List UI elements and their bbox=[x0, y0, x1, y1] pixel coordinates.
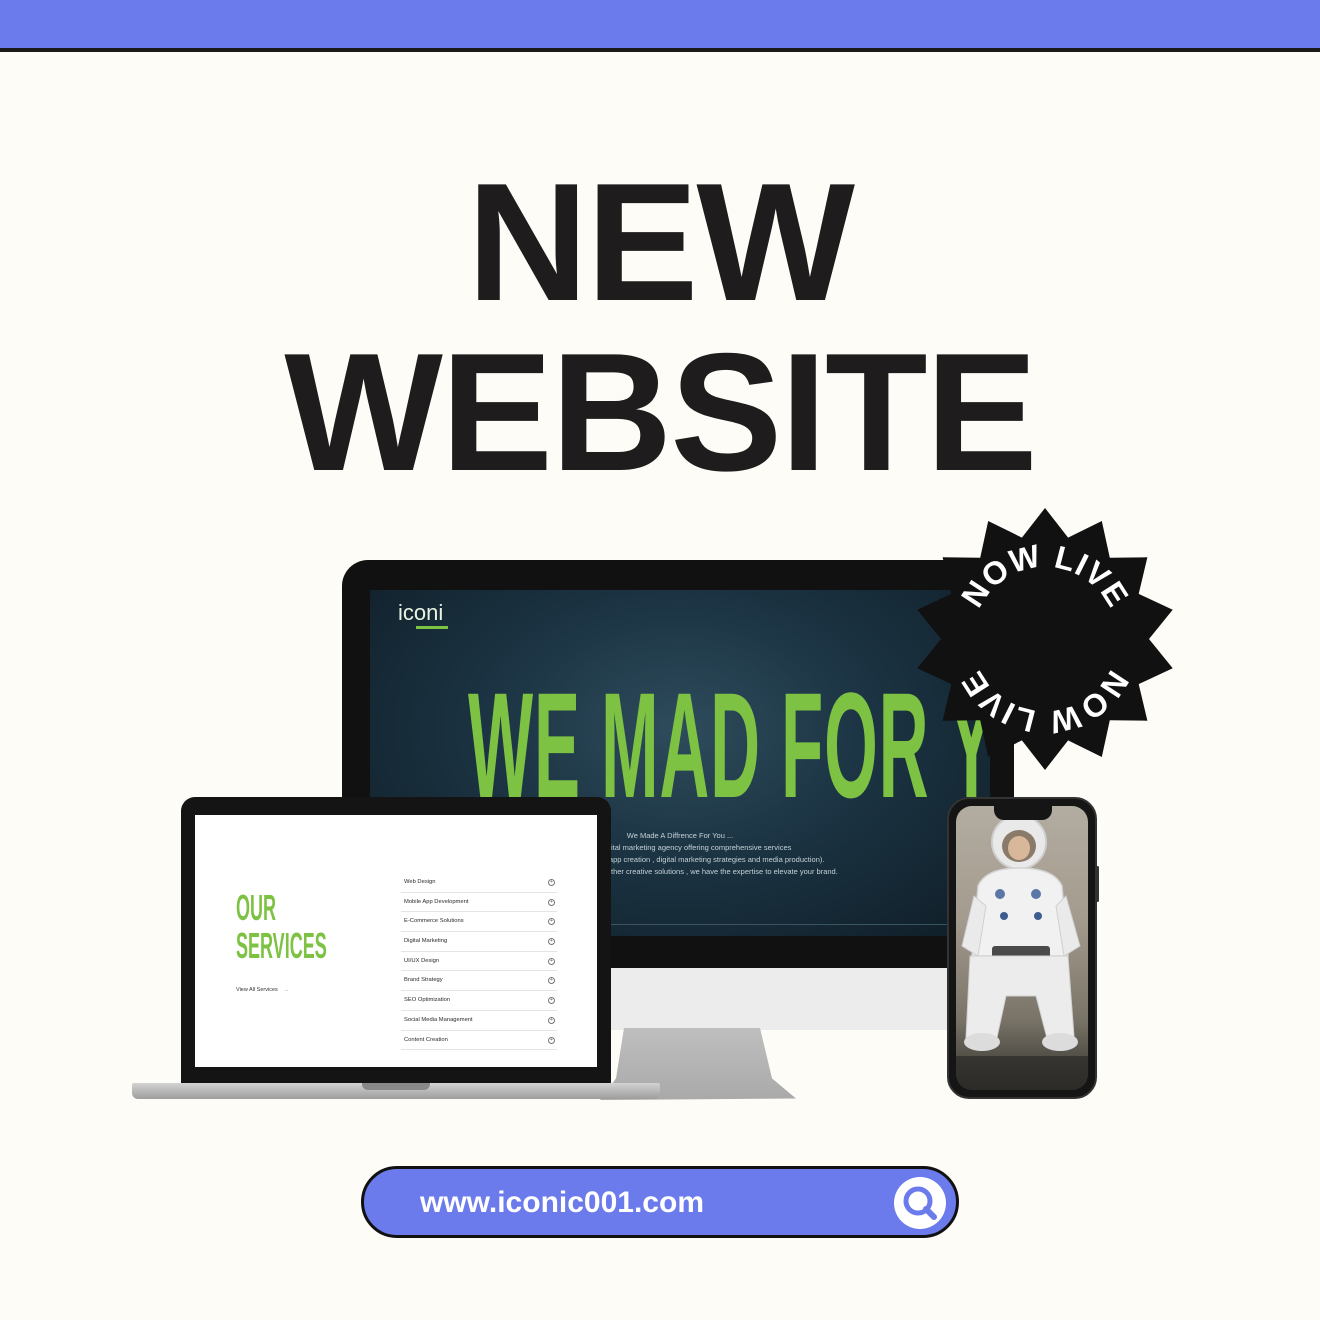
site-logo-text: iconi bbox=[398, 600, 444, 625]
service-item[interactable]: SEO Optimization + bbox=[401, 991, 557, 1011]
search-button[interactable] bbox=[894, 1177, 946, 1229]
site-logo-underline bbox=[416, 626, 448, 629]
service-item[interactable]: Web Design + bbox=[401, 873, 557, 893]
service-label: Mobile App Development bbox=[404, 898, 469, 905]
service-label: E-Commerce Solutions bbox=[404, 918, 464, 925]
plus-icon: + bbox=[548, 997, 555, 1005]
site-logo: iconi bbox=[398, 600, 448, 629]
plus-icon: + bbox=[548, 918, 555, 926]
arrow-right-icon: → bbox=[283, 987, 290, 993]
service-label: SEO Optimization bbox=[404, 997, 451, 1004]
top-accent-band bbox=[0, 0, 1320, 52]
service-label: Digital Marketing bbox=[404, 938, 448, 945]
service-item[interactable]: UI/UX Design + bbox=[401, 952, 557, 972]
laptop-screen: OUR SERVICES View All Services → Web Desi… bbox=[195, 815, 597, 1067]
search-icon bbox=[903, 1186, 937, 1220]
laptop-notch bbox=[362, 1083, 430, 1090]
plus-icon: + bbox=[548, 977, 555, 985]
laptop-mockup: OUR SERVICES View All Services → Web Desi… bbox=[181, 797, 611, 1087]
service-item[interactable]: Digital Marketing + bbox=[401, 932, 557, 952]
plus-icon: + bbox=[548, 879, 555, 886]
services-title-line-2: SERVICES bbox=[236, 925, 327, 966]
services-list: Web Design + Mobile App Development + E-Co… bbox=[401, 873, 557, 1051]
plus-icon: + bbox=[548, 1016, 555, 1024]
now-live-badge: NOW LIVE NOW LIVE bbox=[917, 508, 1173, 770]
service-label: Web Design bbox=[404, 879, 436, 885]
headline-line-2: WEBSITE bbox=[284, 318, 1037, 506]
astronaut-with-laptop-illustration bbox=[956, 814, 1088, 1090]
services-title-line-1: OUR bbox=[236, 887, 276, 928]
phone-notch bbox=[994, 806, 1052, 820]
service-label: Content Creation bbox=[404, 1036, 448, 1043]
service-item[interactable]: Brand Strategy + bbox=[401, 971, 557, 992]
view-all-services-link[interactable]: View All Services → bbox=[236, 987, 289, 993]
service-item[interactable]: Content Creation + bbox=[401, 1031, 557, 1051]
plus-icon: + bbox=[548, 1036, 555, 1044]
phone-screen bbox=[956, 806, 1088, 1090]
service-item[interactable]: Mobile App Development + bbox=[401, 893, 557, 913]
url-bar[interactable]: www.iconic001.com bbox=[361, 1166, 959, 1238]
service-label: Brand Strategy bbox=[404, 977, 443, 984]
plus-icon: + bbox=[548, 957, 555, 965]
plus-icon: + bbox=[548, 898, 555, 906]
services-title: OUR SERVICES bbox=[236, 889, 327, 965]
phone-mockup bbox=[947, 797, 1097, 1099]
plus-icon: + bbox=[548, 938, 555, 946]
view-all-label: View All Services bbox=[236, 987, 278, 993]
service-item[interactable]: Social Media Management + bbox=[401, 1011, 557, 1031]
service-item[interactable]: E-Commerce Solutions + bbox=[401, 912, 557, 933]
url-text: www.iconic001.com bbox=[420, 1186, 704, 1219]
service-label: Social Media Management bbox=[404, 1016, 473, 1023]
service-label: UI/UX Design bbox=[404, 957, 440, 964]
phone-side-button bbox=[1096, 866, 1099, 902]
headline-line-1: NEW bbox=[467, 148, 855, 336]
